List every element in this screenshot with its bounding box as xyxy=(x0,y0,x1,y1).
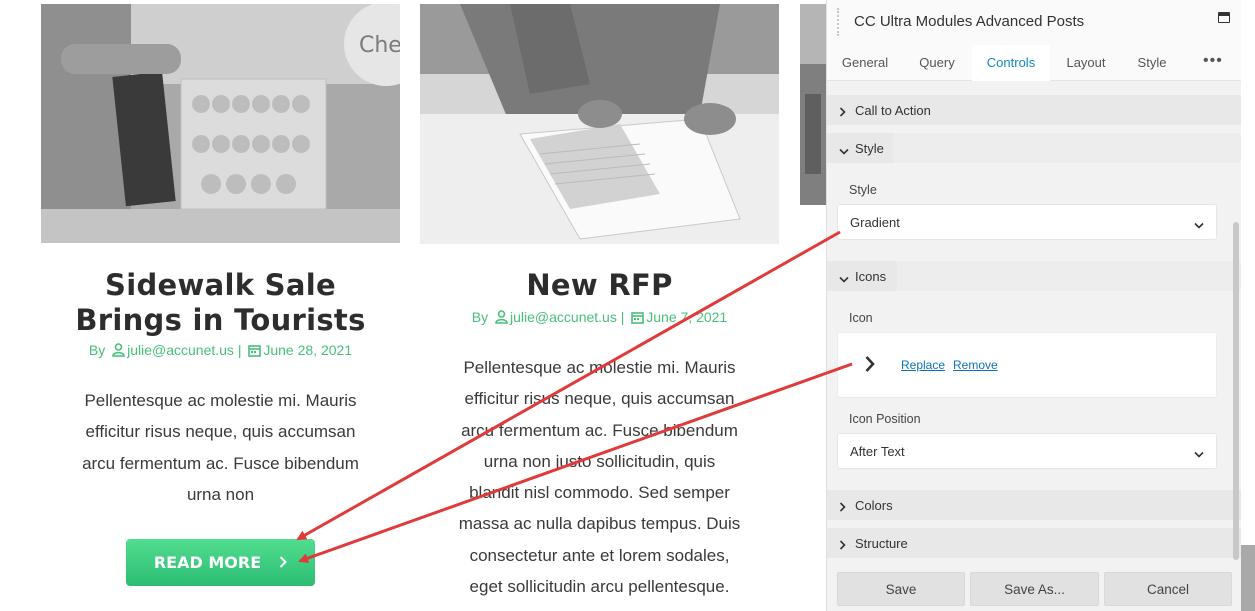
read-more-button[interactable]: READ MORE xyxy=(126,539,315,586)
post-card xyxy=(800,0,826,611)
post-title-line: New RFP xyxy=(526,268,673,302)
panel-footer: Save Save As... Cancel xyxy=(827,566,1241,611)
meta-date-link[interactable]: June 28, 2021 xyxy=(263,342,352,358)
chevron-down-icon xyxy=(839,270,849,288)
style-field-label: Style xyxy=(849,183,877,197)
save-as-button[interactable]: Save As... xyxy=(970,572,1099,606)
post-title-line: Brings in Tourists xyxy=(75,303,366,337)
post-meta: By julie@accunet.us | June 28, 2021 xyxy=(41,342,400,360)
tab-query[interactable]: Query xyxy=(907,45,967,81)
post-featured-image[interactable] xyxy=(800,4,826,205)
post-title[interactable]: Sidewalk Sale Brings in Tourists xyxy=(41,268,400,338)
section-rest xyxy=(897,261,1241,291)
chevron-right-icon xyxy=(279,553,288,572)
meta-date-link[interactable]: June 7, 2021 xyxy=(646,309,727,325)
section-label: Style xyxy=(855,141,884,156)
page-scrollbar[interactable] xyxy=(1241,545,1255,611)
meta-by: By xyxy=(88,342,106,358)
more-tabs-icon[interactable]: ••• xyxy=(1203,45,1223,81)
module-settings-panel: CC Ultra Modules Advanced Posts General … xyxy=(826,0,1241,611)
svg-text:Che: Che xyxy=(359,33,400,58)
section-call-to-action[interactable]: Call to Action xyxy=(827,95,1241,125)
meta-author-link[interactable]: julie@accunet.us xyxy=(127,342,234,358)
panel-tabs: General Query Controls Layout Style xyxy=(827,45,1241,81)
excerpt-line: Pellentesque ac molestie mi. Mauris xyxy=(463,358,736,377)
meta-by: By xyxy=(471,309,489,325)
excerpt-line: massa ac nulla dapibus tempus. Duis xyxy=(458,514,741,534)
post-title[interactable]: New RFP xyxy=(420,268,779,303)
user-icon xyxy=(112,343,125,360)
icon-position-value: After Text xyxy=(850,444,905,459)
cancel-button[interactable]: Cancel xyxy=(1104,572,1232,606)
icon-field-label: Icon xyxy=(849,311,873,325)
macaron-stand-photo-icon: Che xyxy=(41,4,400,243)
section-structure[interactable]: Structure xyxy=(827,528,1241,558)
meta-author-link[interactable]: julie@accunet.us xyxy=(510,309,617,325)
drag-handle-icon[interactable] xyxy=(837,8,840,36)
meta-separator: | xyxy=(620,309,625,325)
excerpt-line: Pellentesque ac molestie mi. Mauris xyxy=(84,391,357,410)
user-icon xyxy=(495,310,508,327)
post-featured-image[interactable]: Che xyxy=(41,4,400,243)
section-label: Colors xyxy=(855,498,893,513)
read-more-label: READ MORE xyxy=(153,553,262,572)
post-card: Che Sidewalk Sale Brings in Tourists By … xyxy=(41,0,400,611)
post-meta: By julie@accunet.us | June 7, 2021 xyxy=(420,309,779,327)
icon-position-select[interactable]: After Text xyxy=(837,433,1217,469)
excerpt-line: arcu fermentum ac. Fusce bibendum xyxy=(82,453,359,473)
tab-general[interactable]: General xyxy=(833,45,897,81)
calendar-icon xyxy=(631,311,645,327)
excerpt-line: urna non justo sollicitudin, quis xyxy=(483,451,716,471)
post-card: New RFP By julie@accunet.us | June 7, 20… xyxy=(420,0,779,611)
save-button[interactable]: Save xyxy=(837,572,965,606)
section-colors[interactable]: Colors xyxy=(827,490,1241,520)
style-select-value: Gradient xyxy=(850,215,900,230)
section-label: Structure xyxy=(855,536,908,551)
post-title-line: Sidewalk Sale xyxy=(105,268,336,302)
photo-icon xyxy=(800,4,826,205)
section-style[interactable]: Style xyxy=(827,133,1241,163)
excerpt-line: consectetur ante et lorem sodales, xyxy=(469,545,730,565)
panel-scrollbar[interactable] xyxy=(1233,222,1239,560)
excerpt-line: efficitur risus neque, quis accumsan xyxy=(464,389,735,409)
post-excerpt: Pellentesque ac molestie mi. Mauris effi… xyxy=(61,385,380,510)
chevron-right-icon xyxy=(864,355,876,378)
chevron-right-icon xyxy=(839,537,846,555)
excerpt-line: arcu fermentum ac. Fusce bibendum xyxy=(461,420,738,440)
icon-position-label: Icon Position xyxy=(849,412,921,426)
excerpt-line: efficitur risus neque, quis accumsan xyxy=(85,422,356,442)
worker-clipboard-photo-icon xyxy=(420,4,779,244)
post-featured-image[interactable] xyxy=(420,4,779,244)
section-label: Call to Action xyxy=(855,103,931,118)
icon-picker: Replace Remove xyxy=(837,332,1217,398)
tab-style[interactable]: Style xyxy=(1125,45,1179,81)
section-rest xyxy=(893,133,1241,163)
section-label: Icons xyxy=(855,269,887,284)
chevron-right-icon xyxy=(839,104,846,122)
chevron-right-icon xyxy=(839,499,846,517)
chevron-down-icon xyxy=(1194,445,1204,463)
post-excerpt: Pellentesque ac molestie mi. Mauris effi… xyxy=(430,352,769,602)
section-icons[interactable]: Icons xyxy=(827,261,1241,291)
maximize-icon[interactable] xyxy=(1218,12,1230,23)
icon-remove-link[interactable]: Remove xyxy=(953,358,998,372)
excerpt-line: blandit nisl commodo. Sed semper xyxy=(469,483,730,503)
excerpt-line: eget sollicitudin arcu pellentesque. xyxy=(469,577,730,597)
calendar-icon xyxy=(248,344,262,360)
tab-controls[interactable]: Controls xyxy=(972,45,1050,81)
panel-title: CC Ultra Modules Advanced Posts xyxy=(854,13,1085,30)
chevron-down-icon xyxy=(839,142,849,160)
tab-layout[interactable]: Layout xyxy=(1057,45,1115,81)
chevron-down-icon xyxy=(1194,216,1204,234)
excerpt-line: urna non xyxy=(186,484,255,504)
style-select[interactable]: Gradient xyxy=(837,204,1217,240)
meta-separator: | xyxy=(237,342,242,358)
panel-header[interactable]: CC Ultra Modules Advanced Posts xyxy=(827,0,1241,45)
icon-replace-link[interactable]: Replace xyxy=(901,358,945,372)
